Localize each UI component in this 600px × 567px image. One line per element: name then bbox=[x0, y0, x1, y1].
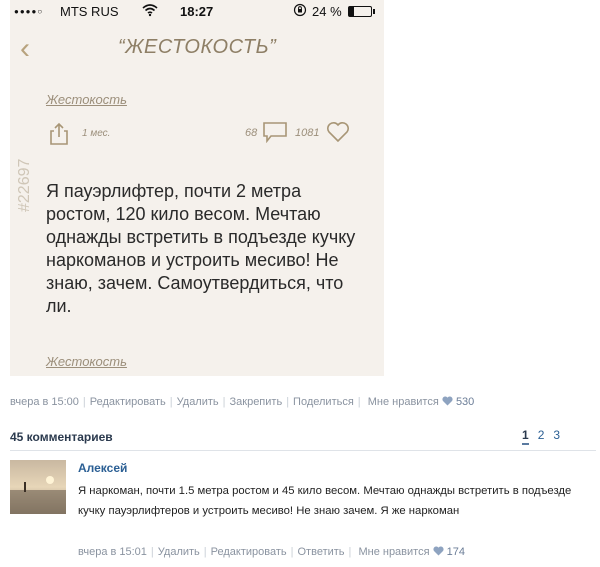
share-icon[interactable] bbox=[48, 122, 70, 151]
page-1[interactable]: 1 bbox=[522, 428, 529, 445]
carrier-name: MTS RUS bbox=[60, 4, 119, 19]
edit-post-link[interactable]: Редактировать bbox=[90, 396, 166, 408]
reply-comment-link[interactable]: Ответить bbox=[298, 546, 345, 558]
post-age: 1 мес. bbox=[82, 128, 111, 139]
delete-comment-link[interactable]: Удалить bbox=[158, 546, 200, 558]
screen-title: “ЖЕСТОКОСТЬ” bbox=[118, 36, 277, 58]
post-screenshot: ●●●●○ MTS RUS 18:27 24 % ‹ “ЖЕСТОКОСТЬ” … bbox=[10, 0, 384, 376]
comments-count: 68 bbox=[245, 127, 258, 139]
heart-icon[interactable] bbox=[326, 121, 350, 148]
comment-text: Я наркоман, почти 1.5 метра ростом и 45 … bbox=[78, 485, 572, 517]
like-heart-icon bbox=[433, 546, 444, 559]
rotation-lock-icon bbox=[293, 3, 307, 20]
share-post-link[interactable]: Поделиться bbox=[293, 396, 354, 408]
comments-count-header: 45 комментариев bbox=[10, 430, 113, 444]
post-story-text: Я пауэрлифтер, почти 2 метра ростом, 120… bbox=[46, 181, 356, 316]
comment-bubble-icon[interactable] bbox=[262, 121, 288, 148]
delete-post-link[interactable]: Удалить bbox=[177, 396, 219, 408]
post-like-count: 530 bbox=[455, 396, 475, 408]
comment-date[interactable]: вчера в 15:01 bbox=[78, 546, 147, 558]
battery-icon bbox=[348, 6, 375, 17]
like-heart-icon bbox=[442, 396, 453, 409]
status-bar: ●●●●○ MTS RUS 18:27 24 % bbox=[10, 0, 384, 22]
edit-comment-link[interactable]: Редактировать bbox=[211, 546, 287, 558]
comment-author[interactable]: Алексей bbox=[78, 461, 127, 475]
back-chevron-icon[interactable]: ‹ bbox=[20, 34, 30, 64]
post-meta-bar: вчера в 15:00 | Редактировать | Удалить | Закр… bbox=[10, 396, 475, 408]
post-id: #22697 bbox=[16, 158, 33, 212]
like-post-button[interactable]: Мне нравится 530 bbox=[368, 396, 475, 408]
tag-link-top[interactable]: Жестокость bbox=[46, 92, 127, 107]
page-3[interactable]: 3 bbox=[553, 428, 560, 442]
clock: 18:27 bbox=[180, 4, 214, 19]
avatar[interactable] bbox=[10, 460, 66, 514]
comments-pagination: 123 bbox=[522, 428, 569, 445]
comment-like-count: 174 bbox=[446, 546, 466, 558]
battery-percent: 24 % bbox=[312, 4, 342, 19]
likes-count: 1081 bbox=[295, 127, 320, 139]
like-comment-button[interactable]: Мне нравится 174 bbox=[358, 546, 465, 558]
post-date[interactable]: вчера в 15:00 bbox=[10, 396, 79, 408]
signal-strength: ●●●●○ bbox=[14, 7, 44, 16]
comment-meta-bar: вчера в 15:01 | Удалить | Редактировать | Отве… bbox=[78, 546, 466, 558]
divider bbox=[10, 450, 596, 451]
wifi-icon bbox=[142, 3, 158, 20]
page-2[interactable]: 2 bbox=[538, 428, 545, 442]
pin-post-link[interactable]: Закрепить bbox=[230, 396, 283, 408]
tag-link-bottom[interactable]: Жестокость bbox=[46, 354, 127, 369]
